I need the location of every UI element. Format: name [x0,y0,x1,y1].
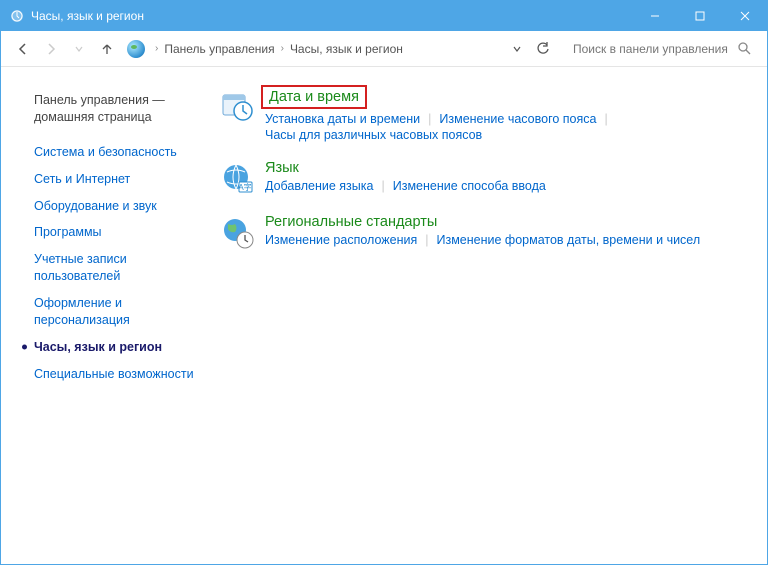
control-panel-icon [127,40,145,58]
sidebar: Панель управления — домашняя страница Си… [21,87,201,554]
breadcrumb-current[interactable]: Часы, язык и регион [290,42,403,56]
sidebar-item-accessibility[interactable]: Специальные возможности [21,361,201,388]
back-button[interactable] [11,37,35,61]
category-title-datetime[interactable]: Дата и время [261,85,367,109]
main-content: Дата и время Установка даты и времени | … [201,87,757,554]
search-input[interactable] [573,42,733,56]
path-dropdown[interactable] [507,44,527,54]
minimize-button[interactable] [632,1,677,31]
link-set-datetime[interactable]: Установка даты и времени [265,112,420,126]
category-title-region[interactable]: Региональные стандарты [265,214,437,230]
search-box[interactable] [567,37,757,61]
forward-button[interactable] [39,37,63,61]
app-icon [9,8,25,24]
link-change-input[interactable]: Изменение способа ввода [393,179,546,193]
globe-language-icon: A字 [221,162,255,196]
category-datetime: Дата и время Установка даты и времени | … [221,87,757,142]
sidebar-item-clock[interactable]: Часы, язык и регион [21,334,201,361]
clock-icon [221,89,255,123]
category-title-language[interactable]: Язык [265,160,299,176]
link-additional-clocks[interactable]: Часы для различных часовых поясов [265,128,482,142]
up-button[interactable] [95,37,119,61]
sidebar-home[interactable]: Панель управления — домашняя страница [21,87,201,131]
sidebar-item-hardware[interactable]: Оборудование и звук [21,193,201,220]
chevron-right-icon: › [153,43,160,54]
recent-dropdown[interactable] [67,37,91,61]
sidebar-item-accounts[interactable]: Учетные записи пользователей [21,246,201,290]
breadcrumb-root[interactable]: Панель управления [164,42,274,56]
maximize-button[interactable] [677,1,722,31]
link-add-language[interactable]: Добавление языка [265,179,373,193]
sidebar-item-network[interactable]: Сеть и Интернет [21,166,201,193]
link-change-location[interactable]: Изменение расположения [265,233,417,247]
search-icon [738,42,751,55]
sidebar-item-appearance[interactable]: Оформление и персонализация [21,290,201,334]
link-change-formats[interactable]: Изменение форматов даты, времени и чисел [437,233,701,247]
sidebar-item-system[interactable]: Система и безопасность [21,139,201,166]
close-button[interactable] [722,1,767,31]
breadcrumb[interactable]: Панель управления › Часы, язык и регион [164,42,527,56]
svg-text:A字: A字 [238,182,251,192]
titlebar: Часы, язык и регион [1,1,767,31]
category-language: A字 Язык Добавление языка | Изменение спо… [221,160,757,196]
link-change-timezone[interactable]: Изменение часового пояса [439,112,596,126]
chevron-right-icon: › [279,43,286,54]
sidebar-item-programs[interactable]: Программы [21,219,201,246]
window-title: Часы, язык и регион [31,9,144,23]
navbar: › Панель управления › Часы, язык и регио… [1,31,767,67]
refresh-button[interactable] [531,42,555,56]
category-region: Региональные стандарты Изменение располо… [221,214,757,250]
globe-clock-icon [221,216,255,250]
